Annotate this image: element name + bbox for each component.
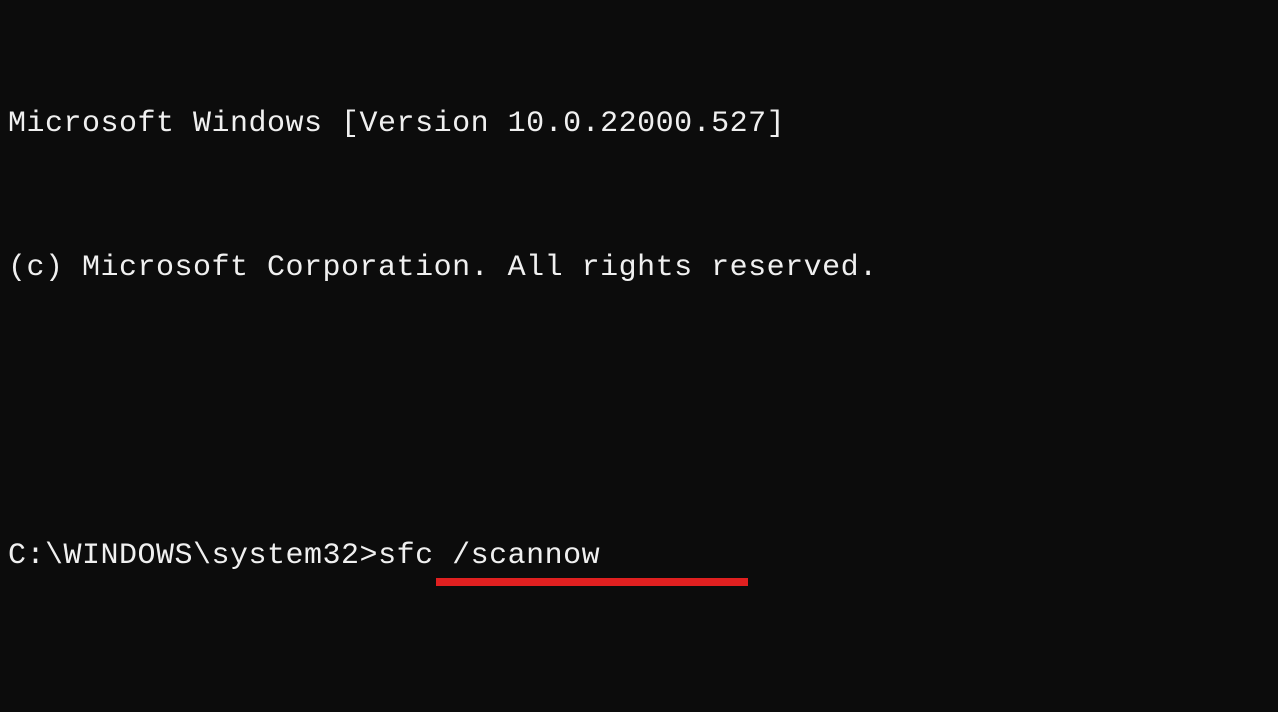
version-line: Microsoft Windows [Version 10.0.22000.52… bbox=[8, 100, 1270, 148]
prompt-path: C:\WINDOWS\system32> bbox=[8, 539, 378, 573]
red-underline-annotation bbox=[436, 578, 748, 586]
terminal-output[interactable]: Microsoft Windows [Version 10.0.22000.52… bbox=[8, 4, 1270, 628]
blank-line bbox=[8, 388, 1270, 436]
entered-command[interactable]: sfc /scannow bbox=[378, 539, 600, 573]
copyright-line: (c) Microsoft Corporation. All rights re… bbox=[8, 244, 1270, 292]
command-prompt-line: C:\WINDOWS\system32>sfc /scannow bbox=[8, 532, 1270, 580]
